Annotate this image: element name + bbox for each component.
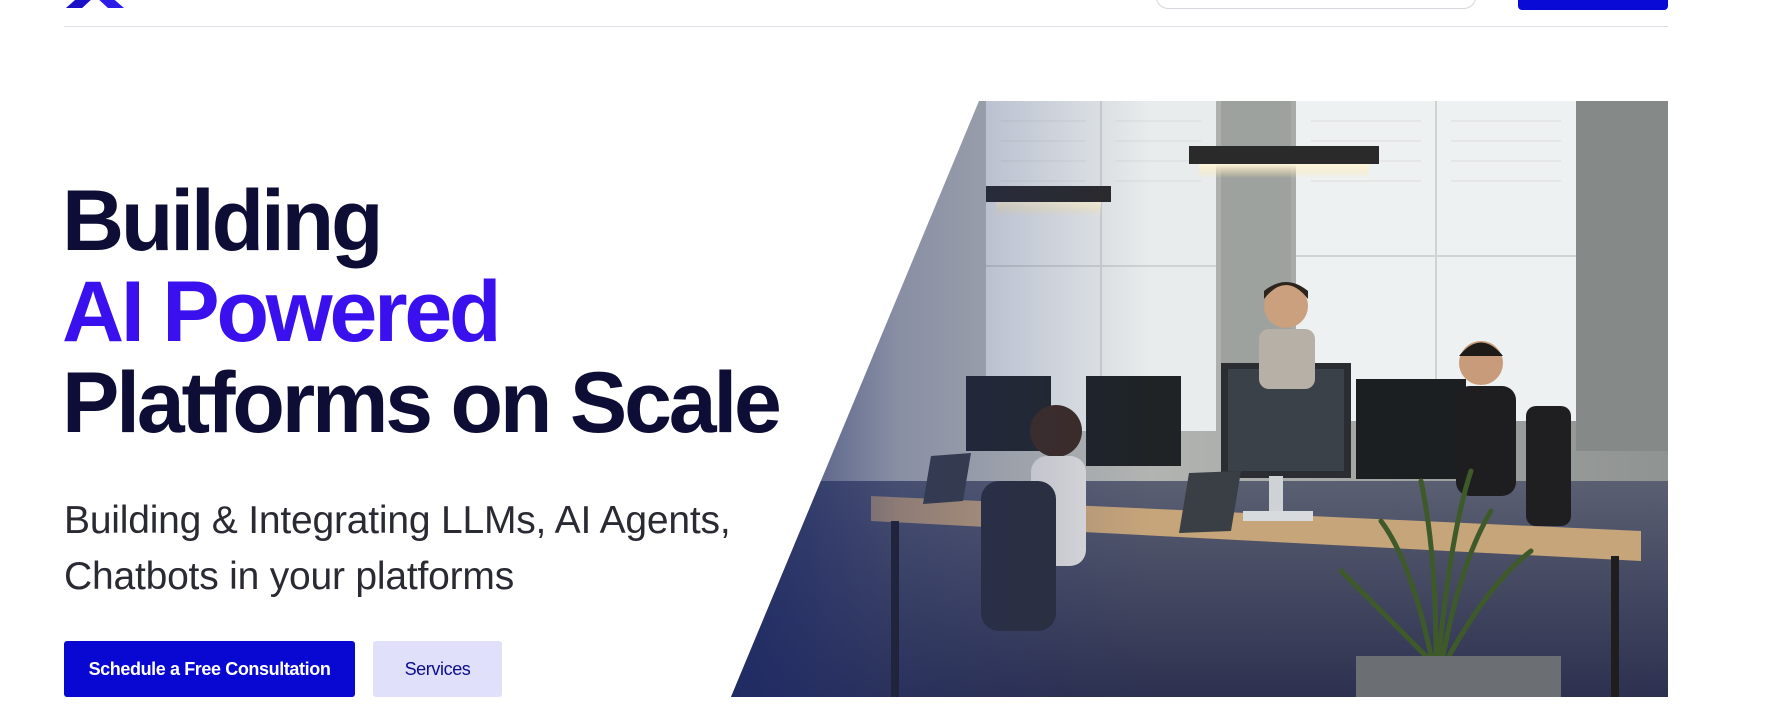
page: Building AI Powered Platforms on Scale B… (0, 0, 1787, 727)
site-header (64, 0, 1668, 27)
search-input[interactable] (1156, 0, 1476, 9)
headline-line-3: Platforms on Scale (62, 355, 782, 451)
hero-office-image (731, 101, 1668, 697)
hero-headline: Building AI Powered Platforms on Scale (62, 173, 782, 451)
headline-line-2: AI Powered (62, 264, 502, 360)
subheading-line-2: Chatbots in your platforms (64, 555, 515, 598)
headline-line-1: Building (62, 173, 384, 269)
hero-subheading: Building & Integrating LLMs, AI Agents, … (64, 493, 784, 605)
header-cta-button[interactable] (1518, 0, 1668, 10)
services-button[interactable]: Services (373, 641, 502, 697)
schedule-consultation-button[interactable]: Schedule a Free Consultation (64, 641, 355, 697)
subheading-line-1: Building & Integrating LLMs, AI Agents, (64, 499, 731, 542)
brand-logo-icon[interactable] (64, 0, 126, 8)
